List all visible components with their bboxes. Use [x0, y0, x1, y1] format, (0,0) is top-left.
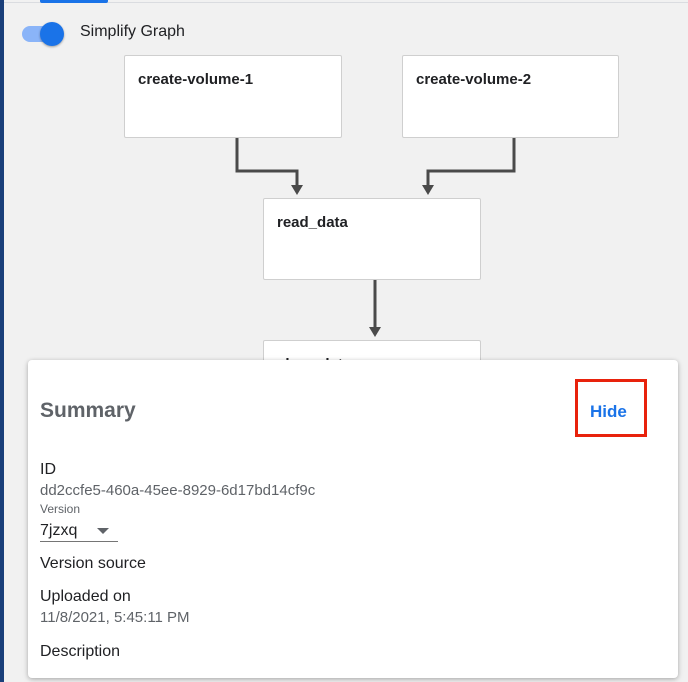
description-label: Description [40, 643, 121, 660]
graph-node-create-volume-1[interactable]: create-volume-1 [124, 55, 342, 138]
chevron-down-icon [97, 528, 109, 534]
version-source-label: Version source [40, 555, 146, 572]
uploaded-on-value: 11/8/2021, 5:45:11 PM [40, 609, 190, 626]
active-tab-indicator [40, 0, 108, 3]
summary-panel: Summary Hide ID dd2ccfe5-460a-45ee-8929-… [28, 360, 678, 678]
simplify-graph-label: Simplify Graph [80, 23, 185, 40]
version-dropdown[interactable]: 7jzxq [40, 521, 118, 542]
edge-create-volume-1-to-read-data [235, 138, 299, 186]
graph-node-read-data[interactable]: read_data [263, 198, 481, 280]
version-label: Version [40, 502, 81, 516]
simplify-graph-toggle[interactable] [20, 20, 68, 48]
node-label: read_data [277, 214, 348, 231]
id-label: ID [40, 461, 56, 478]
id-value: dd2ccfe5-460a-45ee-8929-6d17bd14cf9c [40, 482, 316, 499]
node-label: create-volume-2 [416, 71, 532, 88]
node-label: create-volume-1 [138, 71, 254, 88]
arrowhead-3 [369, 327, 381, 337]
hide-button[interactable]: Hide [590, 402, 627, 422]
arrowhead-2 [422, 185, 434, 195]
left-border [0, 0, 4, 682]
graph-node-create-volume-2[interactable]: create-volume-2 [402, 55, 619, 138]
uploaded-on-label: Uploaded on [40, 588, 131, 605]
version-value: 7jzxq [40, 522, 78, 539]
arrowhead-1 [291, 185, 303, 195]
edge-create-volume-2-to-read-data [426, 138, 516, 186]
toggle-thumb [40, 22, 64, 46]
summary-title: Summary [40, 399, 136, 422]
